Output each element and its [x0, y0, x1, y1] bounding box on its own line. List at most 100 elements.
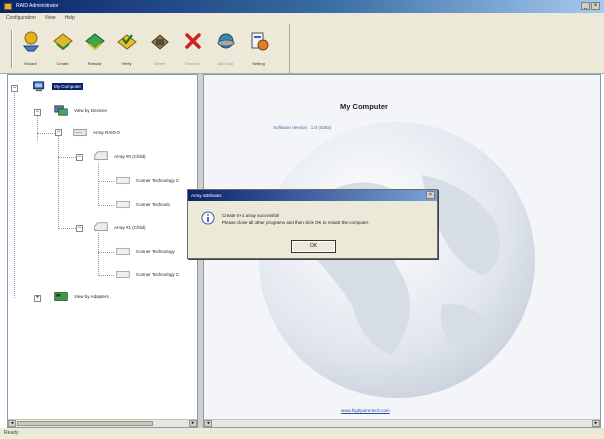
disk-icon	[116, 247, 130, 256]
setting-label: Setting	[252, 61, 265, 66]
menu-configuration[interactable]: Configuration	[6, 13, 36, 24]
wizard-button[interactable]: Wizard	[18, 28, 43, 70]
verify-label: Verify	[121, 61, 132, 66]
tree-line	[98, 205, 114, 206]
create-label: Create	[56, 61, 69, 66]
subarray-icon	[94, 222, 108, 232]
expander-root[interactable]: −	[11, 85, 18, 92]
tree-item-array[interactable]: Array RAID-0	[71, 127, 120, 138]
setting-icon	[251, 32, 268, 51]
tree-item-sub2[interactable]: Array #1 (Child)	[92, 222, 146, 233]
subarray-icon	[94, 151, 108, 161]
toolbar-divider	[289, 24, 290, 74]
dialog-title-bar: Array attributes ×	[188, 190, 437, 201]
scroll-left-arrow-icon[interactable]: ◂	[204, 420, 212, 427]
tree-label-devices: View by Devices	[74, 108, 107, 113]
info-icon	[201, 211, 215, 225]
expander-array[interactable]: −	[55, 129, 62, 136]
remove-icon	[184, 33, 201, 49]
tree-label-disk2: Conner Technolo	[136, 202, 170, 207]
title-bar: RAID Administrator _ ×	[0, 0, 604, 13]
page-title: My Computer	[340, 102, 388, 111]
status-bar: Ready	[0, 428, 604, 439]
scroll-left-arrow-icon[interactable]: ◂	[8, 420, 16, 427]
tree-item-adapters[interactable]: View by Adapters	[52, 291, 109, 302]
rebuild-icon	[84, 33, 105, 51]
tree-line	[58, 133, 59, 229]
expander-sub2[interactable]: −	[76, 225, 83, 232]
app-icon	[4, 3, 12, 10]
toolbar-grip	[11, 30, 13, 68]
close-button[interactable]: ×	[591, 2, 600, 10]
tree-item-devices[interactable]: View by Devices	[52, 105, 107, 116]
menu-bar: Configuration View Help	[0, 13, 604, 24]
rebuild-label: Rebuild	[87, 61, 102, 66]
expander-adapters[interactable]: +	[34, 295, 41, 302]
tree-line	[98, 233, 99, 276]
website-link[interactable]: www.highpoint-tech.com	[341, 408, 390, 413]
computer-icon	[33, 81, 45, 92]
tree-line	[58, 228, 76, 229]
tree-item-disk3[interactable]: Conner Technology	[114, 246, 175, 257]
rebuild-button[interactable]: Rebuild	[82, 28, 107, 70]
verify-icon	[116, 34, 137, 50]
disk-icon	[116, 200, 130, 209]
setting-button[interactable]: Setting	[246, 28, 271, 70]
dialog-message-line1: Create 0+1 array successful!	[222, 213, 280, 218]
window-title: RAID Administrator	[16, 3, 59, 9]
add-disk-label: Add Disk	[217, 61, 234, 66]
content-horizontal-scrollbar[interactable]: ◂ ▸	[204, 419, 600, 427]
globe-watermark-icon	[259, 122, 535, 398]
status-text: Ready	[4, 430, 19, 436]
minimize-button[interactable]: _	[581, 2, 590, 10]
create-array-icon	[52, 33, 73, 51]
tree-line	[98, 252, 114, 253]
dialog-message-line2: Please close all other programs and then…	[222, 220, 370, 225]
delete-icon	[150, 34, 169, 50]
tree-label-disk3: Conner Technology	[136, 249, 175, 254]
wizard-label: Wizard	[24, 61, 37, 66]
add-disk-button[interactable]: Add Disk	[213, 28, 238, 70]
scroll-right-arrow-icon[interactable]: ▸	[189, 420, 197, 427]
tree-label-array: Array RAID-0	[93, 130, 120, 135]
expander-devices[interactable]: −	[34, 109, 41, 116]
add-disk-icon	[217, 33, 234, 49]
window-controls: _ ×	[581, 2, 600, 10]
wizard-icon	[22, 31, 39, 52]
disk-icon	[116, 270, 130, 279]
expander-sub1[interactable]: −	[76, 154, 83, 161]
tree-horizontal-scrollbar[interactable]: ◂ ▸	[8, 419, 197, 427]
tree-label-my-computer: My Computer	[52, 83, 84, 90]
tree-item-disk1[interactable]: Conner Technology C	[114, 175, 179, 186]
devices-icon	[54, 105, 68, 116]
create-button[interactable]: Create	[50, 28, 75, 70]
tree-line	[37, 133, 55, 134]
tree-line	[58, 157, 76, 158]
tree-item-disk4[interactable]: Conner Technology C	[114, 269, 179, 280]
tree-pane[interactable]: − My Computer − View by Devices − Array …	[7, 74, 198, 428]
adapter-icon	[54, 292, 68, 301]
delete-button[interactable]: Delete	[147, 28, 172, 70]
tree-label-disk1: Conner Technology C	[136, 178, 180, 183]
verify-button[interactable]: Verify	[114, 28, 139, 70]
remove-label: Remove	[185, 61, 200, 66]
dialog-close-button[interactable]: ×	[426, 191, 435, 199]
tree-label-sub1: Array #0 (Child)	[114, 154, 146, 159]
tree-label-sub2: Array #1 (Child)	[114, 225, 146, 230]
scroll-thumb[interactable]	[17, 421, 153, 426]
tree-line	[98, 163, 99, 206]
delete-label: Delete	[153, 61, 166, 66]
tree-line	[14, 88, 15, 298]
scroll-right-arrow-icon[interactable]: ▸	[592, 420, 600, 427]
tree-item-sub1[interactable]: Array #0 (Child)	[92, 151, 146, 162]
array-icon	[73, 128, 87, 137]
menu-view[interactable]: View	[45, 13, 56, 24]
tree-line	[98, 275, 114, 276]
menu-help[interactable]: Help	[65, 13, 75, 24]
ok-button[interactable]: OK	[291, 240, 336, 253]
tree-label-disk4: Conner Technology C	[136, 272, 180, 277]
tree-item-my-computer[interactable]: My Computer	[30, 81, 84, 92]
remove-button[interactable]: Remove	[180, 28, 205, 70]
tree-item-disk2[interactable]: Conner Technolo	[114, 199, 170, 210]
disk-icon	[116, 176, 130, 185]
